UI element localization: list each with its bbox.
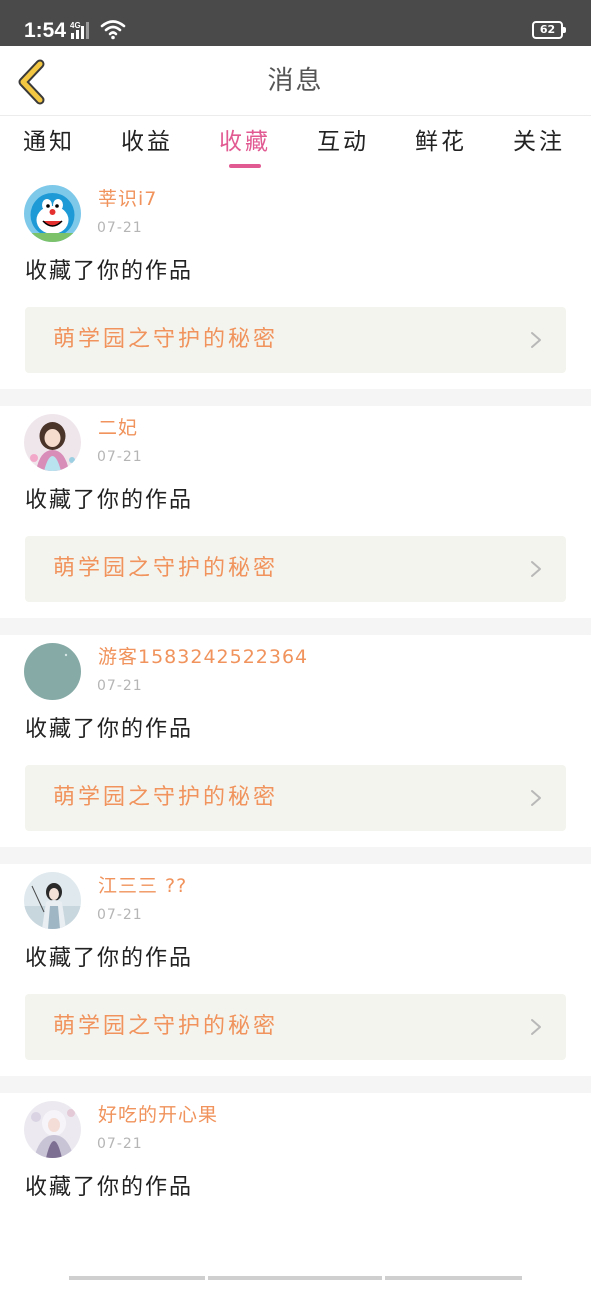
tab-label: 互动 — [317, 129, 369, 155]
list-item: 莘识i7 07-21 收藏了你的作品 萌学园之守护的秘密 — [0, 177, 591, 389]
chevron-right-icon — [531, 1019, 541, 1035]
tab-label: 关注 — [513, 129, 565, 155]
work-title: 萌学园之守护的秘密 — [53, 327, 279, 352]
header: 消息 — [0, 46, 591, 116]
work-title: 萌学园之守护的秘密 — [53, 785, 279, 810]
status-bar: 1:54 4G 62 — [0, 0, 591, 46]
timestamp: 07-21 — [97, 907, 143, 923]
username[interactable]: 游客1583242522364 — [98, 645, 308, 669]
action-text: 收藏了你的作品 — [25, 717, 194, 742]
avatar[interactable] — [24, 872, 81, 929]
home-indicator — [385, 1276, 522, 1280]
work-link[interactable]: 萌学园之守护的秘密 — [25, 307, 566, 373]
timestamp: 07-21 — [97, 678, 143, 694]
chevron-right-icon — [531, 561, 541, 577]
avatar[interactable] — [24, 1101, 81, 1158]
list-item: 二妃 07-21 收藏了你的作品 萌学园之守护的秘密 — [0, 406, 591, 618]
list-item: 江三三 ?? 07-21 收藏了你的作品 萌学园之守护的秘密 — [0, 864, 591, 1076]
network-label: 4G — [70, 21, 81, 30]
signal-icon: 4G — [70, 21, 89, 39]
list-item: 游客1583242522364 07-21 收藏了你的作品 萌学园之守护的秘密 — [0, 635, 591, 847]
username[interactable]: 莘识i7 — [98, 187, 157, 211]
divider — [0, 847, 591, 864]
avatar[interactable] — [24, 643, 81, 700]
back-button[interactable] — [12, 58, 52, 106]
avatar[interactable] — [24, 185, 81, 242]
divider — [0, 618, 591, 635]
timestamp: 07-21 — [97, 449, 143, 465]
active-tab-indicator — [229, 164, 261, 168]
tab-notify[interactable]: 通知 — [0, 117, 98, 177]
tab-label: 收藏 — [219, 129, 271, 155]
battery-level: 62 — [532, 21, 563, 39]
page-title: 消息 — [267, 66, 324, 96]
divider — [0, 1076, 591, 1093]
list-item: 好吃的开心果 07-21 收藏了你的作品 — [0, 1093, 591, 1305]
home-indicator — [208, 1276, 382, 1280]
tab-label: 鲜花 — [415, 129, 467, 155]
action-text: 收藏了你的作品 — [25, 259, 194, 284]
battery-icon: 62 — [532, 21, 566, 39]
avatar[interactable] — [24, 414, 81, 471]
tab-label: 通知 — [23, 129, 75, 155]
chevron-left-icon — [18, 59, 45, 105]
tab-flowers[interactable]: 鲜花 — [392, 117, 490, 177]
home-indicator — [69, 1276, 205, 1280]
work-title: 萌学园之守护的秘密 — [53, 556, 279, 581]
username[interactable]: 江三三 ?? — [98, 874, 187, 898]
username[interactable]: 好吃的开心果 — [98, 1103, 218, 1127]
tab-follows[interactable]: 关注 — [490, 117, 588, 177]
tab-interactions[interactable]: 互动 — [294, 117, 392, 177]
username[interactable]: 二妃 — [98, 416, 138, 440]
work-title: 萌学园之守护的秘密 — [53, 1014, 279, 1039]
tab-earnings[interactable]: 收益 — [98, 117, 196, 177]
action-text: 收藏了你的作品 — [25, 1175, 194, 1200]
action-text: 收藏了你的作品 — [25, 488, 194, 513]
work-link[interactable]: 萌学园之守护的秘密 — [25, 994, 566, 1060]
divider — [0, 389, 591, 406]
timestamp: 07-21 — [97, 1136, 143, 1152]
work-link[interactable]: 萌学园之守护的秘密 — [25, 765, 566, 831]
work-link[interactable]: 萌学园之守护的秘密 — [25, 536, 566, 602]
chevron-right-icon — [531, 790, 541, 806]
tab-bar: 通知 收益 收藏 互动 鲜花 关注 — [0, 117, 591, 177]
chevron-right-icon — [531, 332, 541, 348]
wifi-icon — [100, 20, 126, 40]
tab-label: 收益 — [121, 129, 173, 155]
status-time: 1:54 — [24, 19, 67, 42]
tab-favorites[interactable]: 收藏 — [196, 117, 294, 177]
action-text: 收藏了你的作品 — [25, 946, 194, 971]
timestamp: 07-21 — [97, 220, 143, 236]
